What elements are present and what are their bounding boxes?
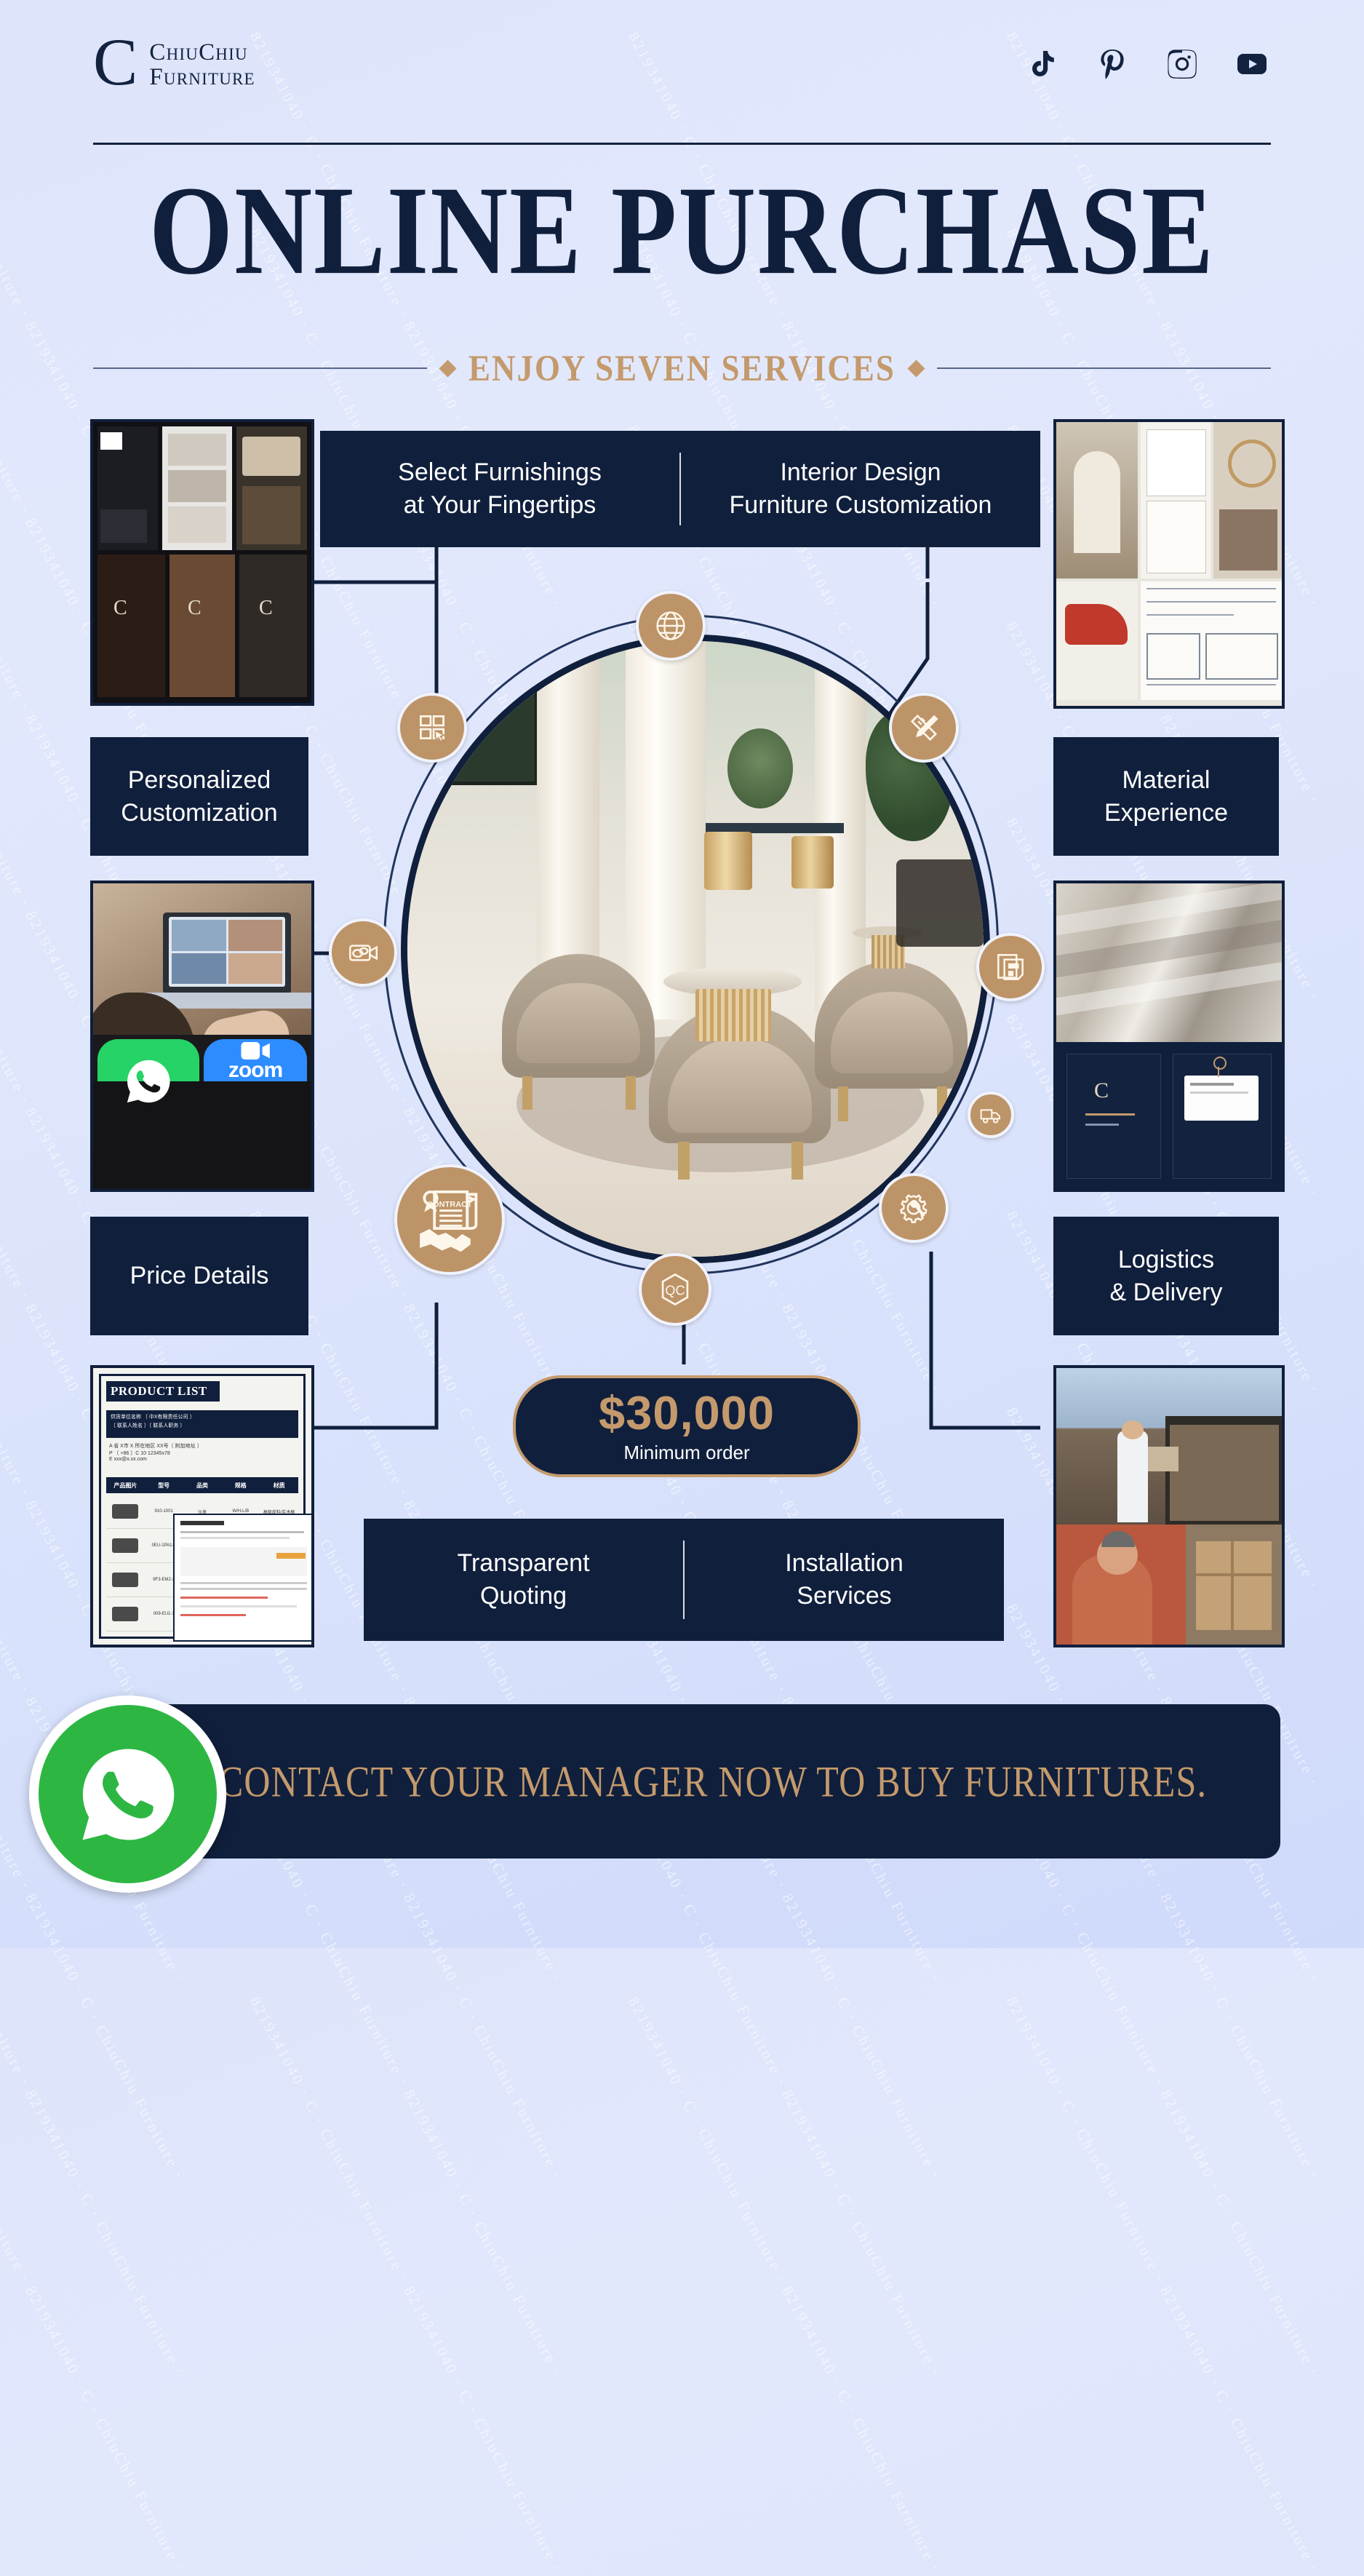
subtitle-rule-right — [936, 367, 1271, 369]
watermark-text: 8219341040 · C · ChiuChiu Furniture · 82… — [246, 1994, 567, 2576]
label-personalized-customization: Personalized Customization — [90, 737, 308, 856]
qc-badge-text: QC — [665, 1283, 685, 1297]
top-banner-left-line2: at Your Fingertips — [403, 491, 597, 519]
label-logistics-line1: Logistics — [1117, 1245, 1215, 1273]
label-material-line2: Experience — [1104, 798, 1229, 827]
product-list-column-header: 品类 — [196, 1482, 208, 1489]
product-list-column-header: 材质 — [273, 1482, 285, 1489]
product-thumb — [106, 1573, 145, 1587]
watermark-text: 8219341040 · C · ChiuChiu Furniture · 82… — [624, 1404, 946, 1987]
product-list-company: 供货单位名称 〔 中X有限责任公司 〕 — [111, 1415, 195, 1420]
product-list-contact: 〔 联系人姓名 〕〔 联系人职务 〕 — [111, 1423, 186, 1428]
pinterest-icon[interactable] — [1093, 45, 1131, 83]
watermark-text: 8219341040 · C · ChiuChiu Furniture · 82… — [0, 1601, 189, 2183]
instagram-icon[interactable] — [1163, 45, 1201, 83]
product-list-column-header: 型号 — [158, 1482, 170, 1489]
subtitle-rule-left — [93, 367, 428, 369]
product-thumb — [106, 1538, 145, 1553]
photo-delivery-crew — [1053, 1365, 1285, 1647]
brand-name-line2: Furniture — [149, 63, 255, 90]
watermark-text: 8219341040 · C · ChiuChiu Furniture · 82… — [0, 1994, 189, 2576]
label-material-experience: Material Experience — [1053, 737, 1279, 856]
gear-wrench-icon — [879, 1173, 949, 1243]
page-title: ONLINE PURCHASE — [149, 160, 1215, 302]
qc-shield-icon: QC — [639, 1253, 711, 1326]
watermark-text: 8219341040 · C · ChiuChiu Furniture · 82… — [246, 1797, 567, 2380]
material-swatch-icon — [976, 933, 1045, 1001]
minimum-order-badge: $30,000 Minimum order — [513, 1375, 861, 1477]
contract-handshake-icon: CONTRACT — [394, 1164, 505, 1275]
bottom-banner-divider — [683, 1541, 685, 1619]
page-subtitle: ENJOY SEVEN SERVICES — [468, 348, 896, 389]
cta-text: CONTACT YOUR MANAGER NOW TO BUY FURNITUR… — [218, 1757, 1208, 1806]
watermark-text: 8219341040 · C · ChiuChiu Furniture · 82… — [624, 1797, 946, 2380]
brand-name-line1: ChiuChiu — [149, 39, 248, 66]
bottom-banner-right: Installation Services — [685, 1519, 1004, 1641]
label-logistics-delivery: Logistics & Delivery — [1053, 1217, 1279, 1335]
minimum-order-caption: Minimum order — [623, 1441, 750, 1463]
label-material-line1: Material — [1122, 766, 1211, 794]
product-list-phone: P 〔 +86 〕C 10 12345x78 — [109, 1451, 170, 1456]
photo-interior-design-plans — [1053, 419, 1285, 709]
video-chat-icon — [329, 918, 397, 987]
globe-icon — [636, 591, 706, 661]
quote-sheet-overlay — [173, 1514, 311, 1642]
photo-product-list: PRODUCT LIST 供货单位名称 〔 中X有限责任公司 〕 〔 联系人姓名… — [90, 1365, 314, 1647]
poster-root: 8219341040 · C · ChiuChiu Furniture · 82… — [0, 0, 1364, 2576]
contract-badge-text: CONTRACT — [427, 1201, 472, 1209]
whatsapp-icon[interactable] — [29, 1696, 226, 1893]
subtitle-row: ENJOY SEVEN SERVICES — [93, 348, 1271, 389]
bottom-banner-right-line1: Installation — [785, 1549, 904, 1578]
top-banner-left: Select Furnishings at Your Fingertips — [320, 431, 679, 547]
top-banner-left-line1: Select Furnishings — [398, 458, 602, 487]
product-list-column-header: 产品图片 — [113, 1482, 137, 1489]
bottom-banner-left-line2: Quoting — [479, 1582, 567, 1610]
tiktok-icon[interactable] — [1024, 45, 1061, 83]
bottom-banner-left-line1: Transparent — [457, 1549, 590, 1578]
youtube-icon[interactable] — [1233, 45, 1271, 83]
top-banner-right-line1: Interior Design — [780, 458, 941, 487]
ruler-pencil-icon — [889, 693, 959, 763]
delivery-truck-icon — [968, 1092, 1014, 1138]
watermark-text: 8219341040 · C · ChiuChiu Furniture · 82… — [1002, 1994, 1324, 2576]
label-personalized-line2: Customization — [121, 798, 278, 827]
bottom-banner-left: Transparent Quoting — [364, 1519, 683, 1641]
top-banner-right: Interior Design Furniture Customization — [681, 431, 1040, 547]
cta-banner[interactable]: CONTACT YOUR MANAGER NOW TO BUY FURNITUR… — [145, 1704, 1280, 1859]
page-header: C ChiuChiu Furniture — [93, 25, 1271, 124]
social-links — [1024, 45, 1271, 83]
photo-video-call: zoom — [90, 880, 314, 1192]
minimum-order-amount: $30,000 — [599, 1386, 775, 1439]
diamond-ornament-left — [439, 359, 457, 378]
label-price-details: Price Details — [90, 1217, 308, 1335]
watermark-text: 8219341040 · C · ChiuChiu Furniture · 82… — [624, 1601, 946, 2183]
watermark-text: 8219341040 · C · ChiuChiu Furniture · 82… — [1002, 1797, 1324, 2380]
label-personalized-line1: Personalized — [127, 766, 271, 794]
product-list-email: E xxx@x.xx.com — [109, 1457, 147, 1462]
product-thumb — [106, 1504, 145, 1519]
watermark-text: 8219341040 · C · ChiuChiu Furniture · 82… — [624, 1994, 946, 2576]
header-divider — [93, 143, 1271, 145]
top-banner: Select Furnishings at Your Fingertips In… — [320, 431, 1040, 547]
watermark-text: 8219341040 · C · ChiuChiu Furniture · 82… — [1002, 1601, 1324, 2183]
photo-material-samples: C — [1053, 880, 1285, 1192]
photo-website-catalog: C C C — [90, 419, 314, 706]
product-list-address: A 省 X市 X 所在地区 XX号〔 附加地址 〕 — [109, 1444, 202, 1449]
top-banner-divider — [679, 453, 681, 525]
bottom-banner-right-line2: Services — [797, 1582, 892, 1610]
diamond-ornament-right — [907, 359, 925, 378]
grid-cursor-icon — [397, 693, 467, 763]
top-banner-right-line2: Furniture Customization — [729, 491, 992, 519]
product-list-title: PRODUCT LIST — [111, 1384, 207, 1398]
brand-monogram: C — [93, 25, 138, 99]
product-list-column-header: 规格 — [234, 1482, 247, 1489]
label-price-details-text: Price Details — [129, 1262, 269, 1290]
watermark-text: 8219341040 · C · ChiuChiu Furniture · 82… — [246, 1601, 567, 2183]
bottom-banner: Transparent Quoting Installation Service… — [364, 1519, 1004, 1641]
product-thumb — [106, 1607, 145, 1621]
label-logistics-line2: & Delivery — [1109, 1278, 1223, 1306]
